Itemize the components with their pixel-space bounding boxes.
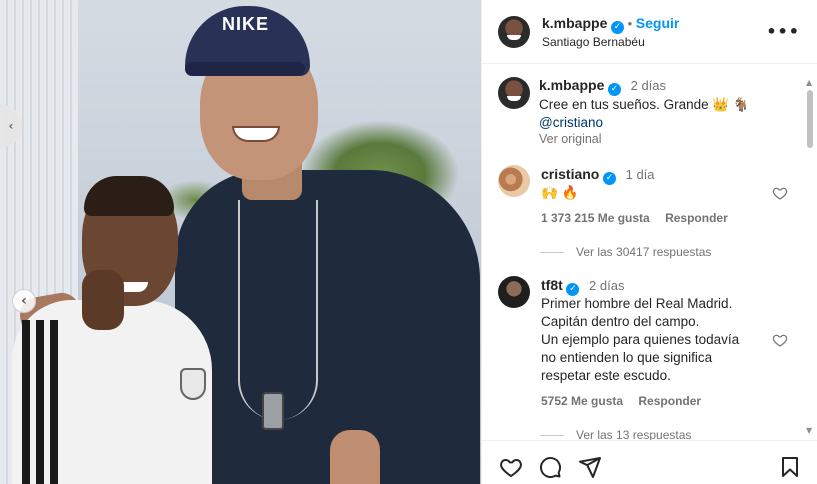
comment-header: cristiano ✓ 1 día: [541, 166, 655, 185]
reply-button[interactable]: Responder: [638, 394, 701, 408]
comment-line: Un ejemplo para quienes todavía: [541, 332, 740, 347]
scroll-down-icon[interactable]: ▼: [806, 426, 812, 435]
avatar[interactable]: [498, 77, 530, 109]
comment-time: 2 días: [589, 278, 625, 293]
scroll-up-icon[interactable]: ▲: [806, 78, 812, 87]
comment-line: respetar este escudo.: [541, 368, 671, 383]
separator: •: [627, 16, 636, 31]
see-original-link[interactable]: Ver original: [539, 130, 602, 148]
carousel-prev-icon[interactable]: ‹: [12, 289, 36, 313]
more-options-icon[interactable]: •••: [766, 22, 800, 41]
heart-icon[interactable]: [772, 185, 788, 201]
cap-logo-text: NIKE: [222, 14, 270, 34]
like-heart-icon[interactable]: [499, 455, 523, 479]
caption-header: k.mbappe ✓ 2 días: [539, 77, 666, 96]
header-user-line: k.mbappe ✓ • Seguir: [542, 15, 679, 34]
follow-button[interactable]: Seguir: [636, 15, 680, 31]
jacket-stripe: [22, 320, 30, 484]
comment-icon[interactable]: [538, 455, 562, 479]
jacket-stripe: [36, 320, 44, 484]
comment-username[interactable]: tf8t: [541, 277, 563, 293]
dog-tag: [262, 392, 284, 430]
cap-brim: [185, 62, 305, 76]
header-username[interactable]: k.mbappe: [542, 15, 607, 31]
caption-time: 2 días: [630, 78, 667, 93]
view-replies-button[interactable]: Ver las 13 respuestas: [540, 428, 691, 440]
comment-line: no entienden lo que significa: [541, 350, 713, 365]
adult-sweater: [175, 170, 480, 484]
verified-badge-icon: ✓: [602, 172, 616, 185]
comment-time: 1 día: [625, 167, 655, 182]
like-count[interactable]: 1 373 215 Me gusta: [541, 211, 650, 225]
heart-icon[interactable]: [772, 332, 788, 348]
view-replies-button[interactable]: Ver las 30417 respuestas: [540, 245, 711, 259]
child-hair: [84, 176, 174, 216]
necklace-chain: [238, 200, 318, 420]
comments-scrollbar[interactable]: ▲ ▼: [805, 78, 815, 438]
avatar[interactable]: [498, 16, 530, 48]
thumbs-up-hand: [330, 430, 380, 484]
caption-username[interactable]: k.mbappe: [539, 77, 604, 93]
comment-line: Capitán dentro del campo.: [541, 314, 700, 329]
comment-username[interactable]: cristiano: [541, 166, 599, 182]
comments-list[interactable]: k.mbappe ✓ 2 días Cree en tus sueños. Gr…: [482, 65, 817, 440]
peace-sign-hand: [82, 270, 124, 330]
avatar[interactable]: [498, 276, 530, 308]
action-bar: [482, 440, 817, 484]
avatar[interactable]: [498, 165, 530, 197]
club-crest: [180, 368, 206, 400]
caption-text: Cree en tus sueños. Grande 👑 🐐: [539, 97, 750, 112]
jacket-stripe: [50, 320, 58, 484]
share-send-icon[interactable]: [578, 455, 602, 479]
like-count[interactable]: 5752 Me gusta: [541, 394, 623, 408]
post-header: k.mbappe ✓ • Seguir Santiago Bernabéu ••…: [482, 0, 817, 64]
post-photo[interactable]: NIKE ‹ ‹: [0, 0, 481, 484]
comment-meta: 1 373 215 Me gusta Responder: [541, 211, 728, 225]
post-sidebar: k.mbappe ✓ • Seguir Santiago Bernabéu ••…: [481, 0, 817, 484]
comment-line: Primer hombre del Real Madrid.: [541, 296, 733, 311]
header-location[interactable]: Santiago Bernabéu: [542, 35, 645, 49]
verified-badge-icon: ✓: [610, 21, 624, 34]
verified-badge-icon: ✓: [607, 83, 621, 96]
comment-meta: 5752 Me gusta Responder: [541, 394, 701, 408]
scroll-thumb[interactable]: [807, 90, 813, 148]
reply-button[interactable]: Responder: [665, 211, 728, 225]
comment-header: tf8t ✓ 2 días: [541, 277, 624, 296]
bookmark-icon[interactable]: [778, 455, 802, 479]
comment-text: 🙌 🔥: [541, 185, 579, 200]
